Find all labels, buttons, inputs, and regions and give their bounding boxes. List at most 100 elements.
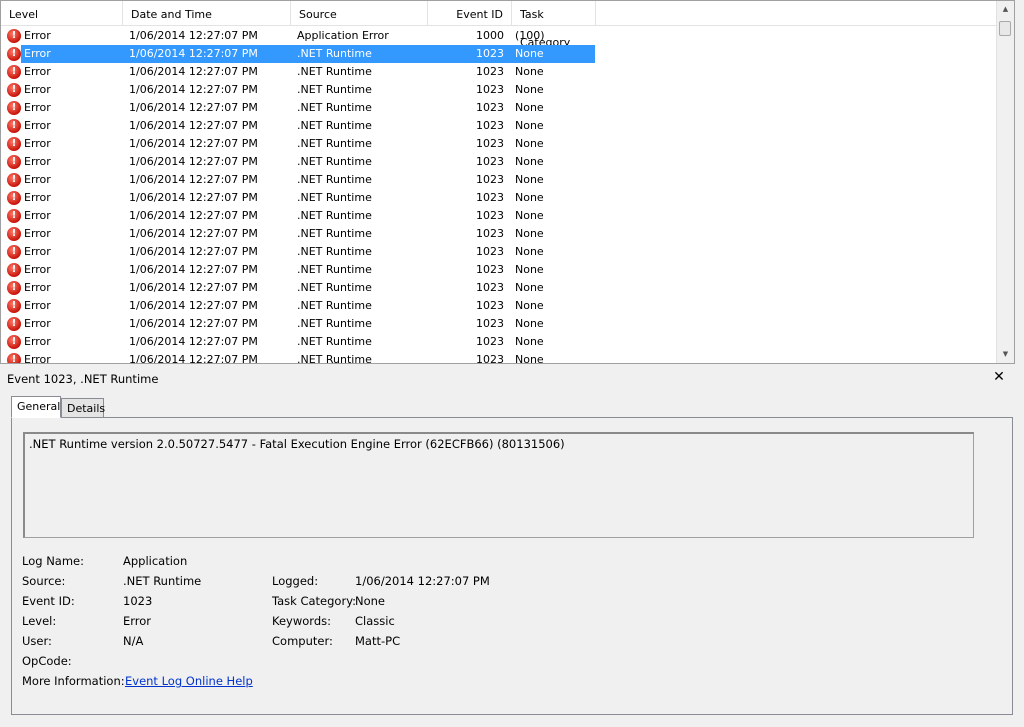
event-level: Error (24, 47, 51, 60)
event-date-time: 1/06/2014 12:27:07 PM (129, 353, 258, 364)
event-date-time: 1/06/2014 12:27:07 PM (129, 317, 258, 330)
event-task-category: None (515, 299, 544, 312)
event-row[interactable]: ! Error 1/06/2014 12:27:07 PM .NET Runtime 1… (1, 63, 998, 81)
event-id: 1023 (476, 119, 504, 132)
event-row[interactable]: ! Error 1/06/2014 12:27:07 PM .NET Runtime 1… (1, 99, 998, 117)
column-header-task-category[interactable]: Task Category (512, 1, 596, 49)
event-row[interactable]: ! Error 1/06/2014 12:27:07 PM .NET Runtime 1… (1, 207, 998, 225)
event-source: .NET Runtime (297, 227, 372, 240)
column-header-source[interactable]: Source (291, 1, 428, 25)
event-date-time: 1/06/2014 12:27:07 PM (129, 335, 258, 348)
task-category-label: Task Category: (272, 594, 357, 608)
tab-general[interactable]: General (11, 396, 61, 418)
event-level: Error (24, 263, 51, 276)
scroll-up-arrow-icon[interactable]: ▲ (997, 1, 1014, 18)
event-date-time: 1/06/2014 12:27:07 PM (129, 263, 258, 276)
event-row[interactable]: ! Error 1/06/2014 12:27:07 PM .NET Runtime 1… (1, 225, 998, 243)
event-source: Application Error (297, 29, 389, 42)
event-row[interactable]: ! Error 1/06/2014 12:27:07 PM .NET Runtime 1… (1, 297, 998, 315)
event-id-label: Event ID: (22, 594, 75, 608)
keywords-label: Keywords: (272, 614, 331, 628)
event-row[interactable]: ! Error 1/06/2014 12:27:07 PM .NET Runtime 1… (1, 117, 998, 135)
event-row[interactable]: ! Error 1/06/2014 12:27:07 PM .NET Runtime 1… (1, 45, 998, 63)
event-row[interactable]: ! Error 1/06/2014 12:27:07 PM .NET Runtime 1… (1, 189, 998, 207)
event-task-category: None (515, 245, 544, 258)
event-source: .NET Runtime (297, 119, 372, 132)
event-row[interactable]: ! Error 1/06/2014 12:27:07 PM .NET Runtime 1… (1, 171, 998, 189)
event-source: .NET Runtime (297, 263, 372, 276)
event-row[interactable]: ! Error 1/06/2014 12:27:07 PM .NET Runtime 1… (1, 333, 998, 351)
error-icon: ! (7, 281, 21, 295)
source-value: .NET Runtime (123, 574, 202, 588)
event-row[interactable]: ! Error 1/06/2014 12:27:07 PM .NET Runtime 1… (1, 243, 998, 261)
error-icon: ! (7, 119, 21, 133)
vertical-scrollbar[interactable]: ▲ ▼ (996, 1, 1014, 363)
event-task-category: None (515, 173, 544, 186)
event-level: Error (24, 65, 51, 78)
event-row[interactable]: ! Error 1/06/2014 12:27:07 PM .NET Runtime 1… (1, 135, 998, 153)
event-id: 1023 (476, 47, 504, 60)
error-icon: ! (7, 83, 21, 97)
column-header-event-id[interactable]: Event ID (428, 1, 512, 25)
logged-value: 1/06/2014 12:27:07 PM (355, 574, 490, 588)
user-label: User: (22, 634, 52, 648)
event-id: 1000 (476, 29, 504, 42)
event-date-time: 1/06/2014 12:27:07 PM (129, 227, 258, 240)
event-date-time: 1/06/2014 12:27:07 PM (129, 101, 258, 114)
event-level: Error (24, 119, 51, 132)
event-row[interactable]: ! Error 1/06/2014 12:27:07 PM .NET Runtime 1… (1, 279, 998, 297)
event-task-category: None (515, 353, 544, 364)
event-level: Error (24, 137, 51, 150)
opcode-label: OpCode: (22, 654, 72, 668)
event-message-box[interactable]: .NET Runtime version 2.0.50727.5477 - Fa… (23, 432, 974, 538)
close-icon[interactable]: ✕ (992, 368, 1006, 386)
event-id: 1023 (476, 173, 504, 186)
error-icon: ! (7, 101, 21, 115)
scroll-down-arrow-icon[interactable]: ▼ (997, 346, 1014, 363)
event-id: 1023 (476, 245, 504, 258)
event-date-time: 1/06/2014 12:27:07 PM (129, 191, 258, 204)
event-date-time: 1/06/2014 12:27:07 PM (129, 245, 258, 258)
event-row[interactable]: ! Error 1/06/2014 12:27:07 PM .NET Runtime 1… (1, 261, 998, 279)
details-pane-title: Event 1023, .NET Runtime (7, 372, 159, 386)
event-date-time: 1/06/2014 12:27:07 PM (129, 299, 258, 312)
event-level: Error (24, 245, 51, 258)
event-list[interactable]: Level Date and Time Source Event ID Task… (0, 0, 1015, 364)
column-header-date-time[interactable]: Date and Time (123, 1, 291, 25)
event-id: 1023 (476, 191, 504, 204)
event-date-time: 1/06/2014 12:27:07 PM (129, 137, 258, 150)
event-level: Error (24, 281, 51, 294)
event-row[interactable]: ! Error 1/06/2014 12:27:07 PM .NET Runtime 1… (1, 153, 998, 171)
computer-value: Matt-PC (355, 634, 401, 648)
event-id: 1023 (476, 227, 504, 240)
scroll-thumb[interactable] (999, 21, 1011, 36)
event-source: .NET Runtime (297, 173, 372, 186)
event-date-time: 1/06/2014 12:27:07 PM (129, 155, 258, 168)
event-row[interactable]: ! Error 1/06/2014 12:27:07 PM .NET Runtime 1… (1, 81, 998, 99)
event-row[interactable]: ! Error 1/06/2014 12:27:07 PM .NET Runtime 1… (1, 351, 998, 364)
error-icon: ! (7, 299, 21, 313)
event-level: Error (24, 29, 51, 42)
error-icon: ! (7, 191, 21, 205)
event-task-category: None (515, 83, 544, 96)
error-icon: ! (7, 137, 21, 151)
column-header-level[interactable]: Level (1, 1, 123, 25)
tab-details[interactable]: Details (61, 398, 105, 418)
event-level: Error (24, 191, 51, 204)
event-id: 1023 (476, 65, 504, 78)
event-date-time: 1/06/2014 12:27:07 PM (129, 83, 258, 96)
error-icon: ! (7, 227, 21, 241)
event-level: Error (24, 335, 51, 348)
event-task-category: None (515, 209, 544, 222)
error-icon: ! (7, 263, 21, 277)
event-row[interactable]: ! Error 1/06/2014 12:27:07 PM .NET Runtime 1… (1, 315, 998, 333)
event-level: Error (24, 155, 51, 168)
event-row[interactable]: ! Error 1/06/2014 12:27:07 PM Application E… (1, 27, 998, 45)
event-id-value: 1023 (123, 594, 153, 608)
event-id: 1023 (476, 83, 504, 96)
log-name-label: Log Name: (22, 554, 84, 568)
event-log-online-help-link[interactable]: Event Log Online Help (125, 674, 253, 688)
event-task-category: None (515, 65, 544, 78)
error-icon: ! (7, 317, 21, 331)
event-task-category: None (515, 137, 544, 150)
